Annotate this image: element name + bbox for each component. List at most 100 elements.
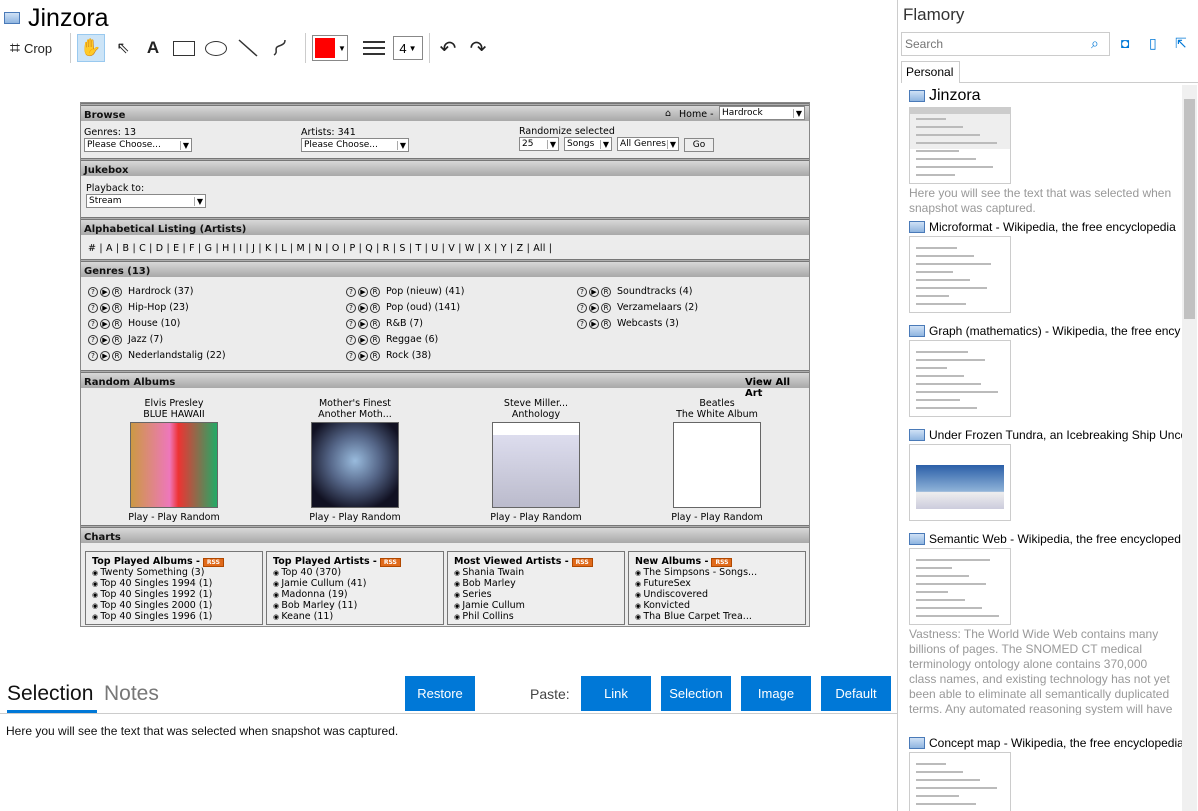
snapshot-item[interactable]: Microformat - Wikipedia, the free encycl…: [909, 220, 1181, 313]
genre-item[interactable]: ? ▶ R Pop (nieuw) (41): [346, 286, 464, 297]
genre-item[interactable]: ? ▶ R R&B (7): [346, 318, 423, 329]
rand-type-select[interactable]: Songs ▼: [564, 137, 612, 151]
info-icon[interactable]: ?: [577, 318, 587, 329]
scrollbar-thumb[interactable]: [1184, 99, 1195, 319]
genres-select[interactable]: Please Choose... ▼: [84, 138, 192, 152]
playback-select[interactable]: Stream ▼: [86, 194, 206, 208]
chart-item[interactable]: ◉ Top 40 (370): [273, 567, 437, 578]
random-icon[interactable]: R: [112, 302, 122, 313]
play-icon[interactable]: ▶: [100, 318, 110, 329]
info-icon[interactable]: ?: [88, 334, 98, 345]
chart-item[interactable]: ◉ Top 40 Singles 2000 (1): [92, 600, 256, 611]
album-play-links[interactable]: Play - Play Random: [461, 512, 611, 523]
restore-button[interactable]: Restore: [405, 676, 475, 711]
alpha-letters[interactable]: # | A | B | C | D | E | F | G | H | I | …: [88, 243, 808, 254]
album-cover[interactable]: [492, 422, 580, 508]
paste-link-button[interactable]: Link: [581, 676, 651, 711]
genre-item[interactable]: ? ▶ R House (10): [88, 318, 180, 329]
chart-item[interactable]: ◉ Keane (11): [273, 611, 437, 622]
rectangle-tool-button[interactable]: [171, 34, 197, 62]
home-select[interactable]: Hardrock ▼: [719, 106, 805, 120]
album-card[interactable]: Mother's Finest Another Moth... Play - Pla…: [280, 398, 430, 523]
album-cover[interactable]: [673, 422, 761, 508]
snapshot-thumbnail[interactable]: [909, 444, 1011, 521]
snapshot-title[interactable]: Jinzora: [909, 87, 1181, 105]
play-icon[interactable]: ▶: [358, 318, 368, 329]
album-card[interactable]: Beatles The White Album Play - Play Random: [642, 398, 792, 523]
chart-item[interactable]: ◉ Madonna (19): [273, 589, 437, 600]
random-icon[interactable]: R: [112, 350, 122, 361]
snapshot-title[interactable]: Concept map - Wikipedia, the free encycl…: [909, 736, 1183, 750]
artists-select[interactable]: Please Choose... ▼: [301, 138, 409, 152]
play-icon[interactable]: ▶: [100, 302, 110, 313]
chart-item[interactable]: ◉ Undiscovered: [635, 589, 799, 600]
album-card[interactable]: Elvis Presley BLUE HAWAII Play - Play Rand…: [99, 398, 249, 523]
rss-badge[interactable]: RSS: [571, 558, 593, 567]
play-icon[interactable]: ▶: [589, 318, 599, 329]
snapshot-item[interactable]: Under Frozen Tundra, an Icebreaking Ship…: [909, 428, 1183, 521]
random-icon[interactable]: R: [601, 318, 611, 329]
chart-item[interactable]: ◉ Konvicted: [635, 600, 799, 611]
snapshot-thumbnail[interactable]: [909, 236, 1011, 313]
chart-item[interactable]: ◉ Shania Twain: [454, 567, 618, 578]
info-icon[interactable]: ?: [88, 302, 98, 313]
genre-item[interactable]: ? ▶ R Reggae (6): [346, 334, 438, 345]
random-icon[interactable]: R: [112, 286, 122, 297]
snapshot-item[interactable]: Jinzora Here you will see the text that w…: [909, 87, 1181, 216]
document-icon[interactable]: ▯: [1149, 35, 1165, 51]
chart-item[interactable]: ◉ Top 40 Singles 1996 (1): [92, 611, 256, 622]
random-icon[interactable]: R: [112, 334, 122, 345]
tab-selection[interactable]: Selection: [7, 682, 97, 713]
crop-button[interactable]: ⌗ Crop: [4, 34, 58, 62]
tab-notes[interactable]: Notes: [104, 682, 159, 706]
ellipse-tool-button[interactable]: [203, 34, 229, 62]
genre-item[interactable]: ? ▶ R Nederlandstalig (22): [88, 350, 226, 361]
info-icon[interactable]: ?: [346, 334, 356, 345]
info-icon[interactable]: ?: [88, 286, 98, 297]
chart-item[interactable]: ◉ Twenty Something (3): [92, 567, 256, 578]
play-icon[interactable]: ▶: [358, 350, 368, 361]
genre-item[interactable]: ? ▶ R Webcasts (3): [577, 318, 679, 329]
snapshot-title[interactable]: Under Frozen Tundra, an Icebreaking Ship…: [909, 428, 1183, 442]
random-icon[interactable]: R: [370, 318, 380, 329]
info-icon[interactable]: ?: [346, 302, 356, 313]
random-icon[interactable]: R: [370, 334, 380, 345]
snapshot-title[interactable]: Graph (mathematics) - Wikipedia, the fre…: [909, 324, 1181, 338]
pointer-tool-button[interactable]: ⇖: [111, 34, 135, 62]
info-icon[interactable]: ?: [88, 318, 98, 329]
snapshot-item[interactable]: Semantic Web - Wikipedia, the free encyc…: [909, 532, 1181, 715]
freehand-tool-button[interactable]: [267, 34, 293, 62]
album-cover[interactable]: [130, 422, 218, 508]
hand-tool-button[interactable]: ✋: [77, 34, 105, 62]
tab-personal[interactable]: Personal: [901, 61, 960, 83]
chart-item[interactable]: ◉ Bob Marley: [454, 578, 618, 589]
random-icon[interactable]: R: [601, 302, 611, 313]
snapshot-thumbnail[interactable]: [909, 340, 1011, 417]
snapshot-title[interactable]: Semantic Web - Wikipedia, the free encyc…: [909, 532, 1181, 546]
redo-button[interactable]: ↷: [466, 34, 490, 62]
album-play-links[interactable]: Play - Play Random: [642, 512, 792, 523]
info-icon[interactable]: ?: [346, 286, 356, 297]
snapshot-item[interactable]: Graph (mathematics) - Wikipedia, the fre…: [909, 324, 1181, 417]
chart-item[interactable]: ◉ FutureSex: [635, 578, 799, 589]
snapshot-title[interactable]: Microformat - Wikipedia, the free encycl…: [909, 220, 1181, 234]
chart-item[interactable]: ◉ Top 40 Singles 1994 (1): [92, 578, 256, 589]
album-cover[interactable]: [311, 422, 399, 508]
line-width-select[interactable]: 4 ▼: [393, 36, 423, 60]
play-icon[interactable]: ▶: [358, 286, 368, 297]
camera-icon[interactable]: ◘: [1121, 35, 1137, 51]
genre-item[interactable]: ? ▶ R Hardrock (37): [88, 286, 194, 297]
play-icon[interactable]: ▶: [100, 286, 110, 297]
random-icon[interactable]: R: [370, 286, 380, 297]
play-icon[interactable]: ▶: [589, 302, 599, 313]
search-input[interactable]: [901, 32, 1110, 56]
info-icon[interactable]: ?: [346, 318, 356, 329]
play-icon[interactable]: ▶: [100, 334, 110, 345]
collapse-icon[interactable]: ⇱: [1175, 35, 1191, 51]
genre-item[interactable]: ? ▶ R Jazz (7): [88, 334, 163, 345]
random-icon[interactable]: R: [370, 302, 380, 313]
chart-item[interactable]: ◉ Phil Collins: [454, 611, 618, 622]
line-tool-button[interactable]: [235, 34, 261, 62]
play-icon[interactable]: ▶: [589, 286, 599, 297]
random-icon[interactable]: R: [112, 318, 122, 329]
